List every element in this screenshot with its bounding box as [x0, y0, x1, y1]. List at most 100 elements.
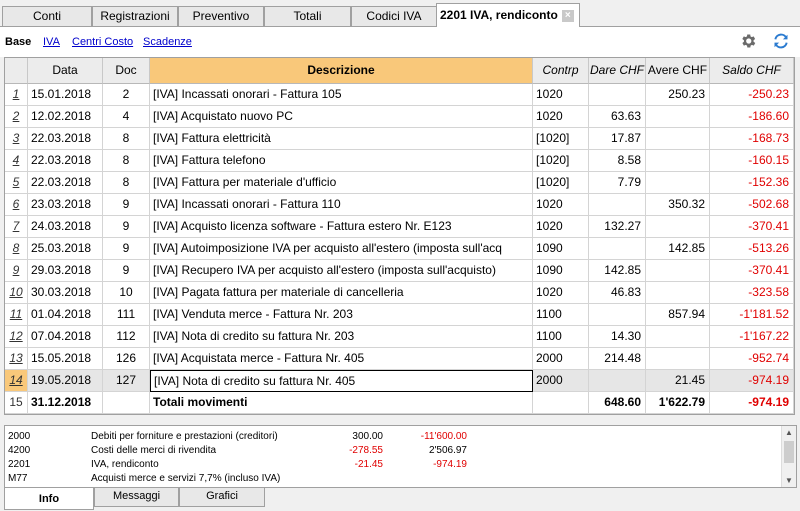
totals-row[interactable]: 15 31.12.2018 Totali movimenti 648.60 1'… — [5, 392, 794, 414]
totals-description[interactable]: Totali movimenti — [150, 392, 533, 414]
tab-grafici[interactable]: Grafici — [179, 488, 265, 507]
credit-cell[interactable] — [646, 260, 710, 282]
date-cell[interactable]: 15.01.2018 — [28, 84, 103, 106]
description-cell[interactable]: [IVA] Fattura elettricità — [150, 128, 533, 150]
table-row[interactable]: 14 19.05.2018 127 [IVA] Nota di credito su … — [5, 370, 794, 392]
contra-account-cell[interactable]: 1020 — [533, 194, 589, 216]
totals-balance[interactable]: -974.19 — [710, 392, 794, 414]
description-cell[interactable]: [IVA] Nota di credito su fattura Nr. 405 — [150, 370, 533, 392]
contra-account-cell[interactable]: [1020] — [533, 150, 589, 172]
credit-cell[interactable] — [646, 216, 710, 238]
doc-cell[interactable]: 10 — [103, 282, 150, 304]
table-row[interactable]: 1 15.01.2018 2 [IVA] Incassati onorari - Fa… — [5, 84, 794, 106]
doc-cell[interactable]: 126 — [103, 348, 150, 370]
description-cell[interactable]: [IVA] Pagata fattura per materiale di ca… — [150, 282, 533, 304]
date-cell[interactable]: 22.03.2018 — [28, 128, 103, 150]
description-cell[interactable]: [IVA] Incassati onorari - Fattura 110 — [150, 194, 533, 216]
view-iva-link[interactable]: IVA — [43, 36, 60, 48]
gear-icon[interactable] — [739, 32, 757, 50]
doc-cell[interactable]: 9 — [103, 238, 150, 260]
debit-cell[interactable]: 7.79 — [589, 172, 646, 194]
description-cell[interactable]: [IVA] Acquistato nuovo PC — [150, 106, 533, 128]
doc-cell[interactable]: 2 — [103, 84, 150, 106]
table-row[interactable]: 12 07.04.2018 112 [IVA] Nota di credito su … — [5, 326, 794, 348]
description-cell[interactable]: [IVA] Acquisto licenza software - Fattur… — [150, 216, 533, 238]
debit-cell[interactable]: 63.63 — [589, 106, 646, 128]
doc-cell[interactable]: 8 — [103, 128, 150, 150]
balance-cell[interactable]: -168.73 — [710, 128, 794, 150]
totals-doc[interactable] — [103, 392, 150, 414]
debit-cell[interactable]: 214.48 — [589, 348, 646, 370]
table-row[interactable]: 6 23.03.2018 9 [IVA] Incassati onorari - Fa… — [5, 194, 794, 216]
debit-cell[interactable] — [589, 238, 646, 260]
debit-cell[interactable] — [589, 84, 646, 106]
view-base[interactable]: Base — [5, 36, 31, 48]
table-row[interactable]: 4 22.03.2018 8 [IVA] Fattura telefono [1020]… — [5, 150, 794, 172]
table-row[interactable]: 8 25.03.2018 9 [IVA] Autoimposizione IVA pe… — [5, 238, 794, 260]
column-header-balance[interactable]: Saldo CHF — [710, 58, 794, 84]
info-scrollbar[interactable]: ▲ ▼ — [781, 426, 796, 487]
doc-cell[interactable]: 9 — [103, 194, 150, 216]
doc-cell[interactable]: 127 — [103, 370, 150, 392]
balance-cell[interactable]: -974.19 — [710, 370, 794, 392]
column-header-description[interactable]: Descrizione — [150, 58, 533, 84]
contra-account-cell[interactable]: 1020 — [533, 282, 589, 304]
balance-cell[interactable]: -1'167.22 — [710, 326, 794, 348]
table-row[interactable]: 2 12.02.2018 4 [IVA] Acquistato nuovo PC 102… — [5, 106, 794, 128]
date-cell[interactable]: 24.03.2018 — [28, 216, 103, 238]
contra-account-cell[interactable]: 1020 — [533, 216, 589, 238]
tab-registrazioni[interactable]: Registrazioni — [92, 6, 178, 26]
column-header-credit[interactable]: Avere CHF — [646, 58, 710, 84]
doc-cell[interactable]: 9 — [103, 260, 150, 282]
table-row[interactable]: 9 29.03.2018 9 [IVA] Recupero IVA per acqui… — [5, 260, 794, 282]
row-number[interactable]: 3 — [5, 128, 28, 150]
balance-cell[interactable]: -186.60 — [710, 106, 794, 128]
credit-cell[interactable] — [646, 326, 710, 348]
refresh-icon[interactable] — [771, 31, 791, 51]
totals-debit[interactable]: 648.60 — [589, 392, 646, 414]
debit-cell[interactable] — [589, 304, 646, 326]
contra-account-cell[interactable]: 1100 — [533, 326, 589, 348]
date-cell[interactable]: 12.02.2018 — [28, 106, 103, 128]
balance-cell[interactable]: -502.68 — [710, 194, 794, 216]
credit-cell[interactable] — [646, 172, 710, 194]
scroll-down-icon[interactable]: ▼ — [785, 476, 793, 485]
scroll-thumb[interactable] — [784, 441, 794, 463]
credit-cell[interactable]: 250.23 — [646, 84, 710, 106]
balance-cell[interactable]: -323.58 — [710, 282, 794, 304]
description-cell[interactable]: [IVA] Autoimposizione IVA per acquisto a… — [150, 238, 533, 260]
row-number[interactable]: 13 — [5, 348, 28, 370]
date-cell[interactable]: 22.03.2018 — [28, 150, 103, 172]
view-centri-costo-link[interactable]: Centri Costo — [72, 36, 133, 48]
table-row[interactable]: 11 01.04.2018 111 [IVA] Venduta merce - Fat… — [5, 304, 794, 326]
row-number[interactable]: 10 — [5, 282, 28, 304]
tab-codici-iva[interactable]: Codici IVA — [351, 6, 437, 26]
date-cell[interactable]: 25.03.2018 — [28, 238, 103, 260]
tab-totali[interactable]: Totali — [264, 6, 351, 26]
date-cell[interactable]: 30.03.2018 — [28, 282, 103, 304]
column-header-contra[interactable]: Contrp — [533, 58, 589, 84]
contra-account-cell[interactable]: 2000 — [533, 348, 589, 370]
table-row[interactable]: 13 15.05.2018 126 [IVA] Acquistata merce - … — [5, 348, 794, 370]
credit-cell[interactable]: 21.45 — [646, 370, 710, 392]
balance-cell[interactable]: -513.26 — [710, 238, 794, 260]
date-cell[interactable]: 22.03.2018 — [28, 172, 103, 194]
description-cell[interactable]: [IVA] Venduta merce - Fattura Nr. 203 — [150, 304, 533, 326]
date-cell[interactable]: 07.04.2018 — [28, 326, 103, 348]
tab-messaggi[interactable]: Messaggi — [94, 488, 179, 507]
balance-cell[interactable]: -250.23 — [710, 84, 794, 106]
balance-cell[interactable]: -160.15 — [710, 150, 794, 172]
contra-account-cell[interactable]: [1020] — [533, 128, 589, 150]
row-number[interactable]: 9 — [5, 260, 28, 282]
balance-cell[interactable]: -1'181.52 — [710, 304, 794, 326]
table-row[interactable]: 3 22.03.2018 8 [IVA] Fattura elettricità [10… — [5, 128, 794, 150]
description-cell[interactable]: [IVA] Acquistata merce - Fattura Nr. 405 — [150, 348, 533, 370]
description-cell[interactable]: [IVA] Recupero IVA per acquisto all'este… — [150, 260, 533, 282]
debit-cell[interactable]: 142.85 — [589, 260, 646, 282]
credit-cell[interactable]: 142.85 — [646, 238, 710, 260]
balance-cell[interactable]: -952.74 — [710, 348, 794, 370]
debit-cell[interactable]: 17.87 — [589, 128, 646, 150]
row-number[interactable]: 12 — [5, 326, 28, 348]
date-cell[interactable]: 15.05.2018 — [28, 348, 103, 370]
doc-cell[interactable]: 111 — [103, 304, 150, 326]
